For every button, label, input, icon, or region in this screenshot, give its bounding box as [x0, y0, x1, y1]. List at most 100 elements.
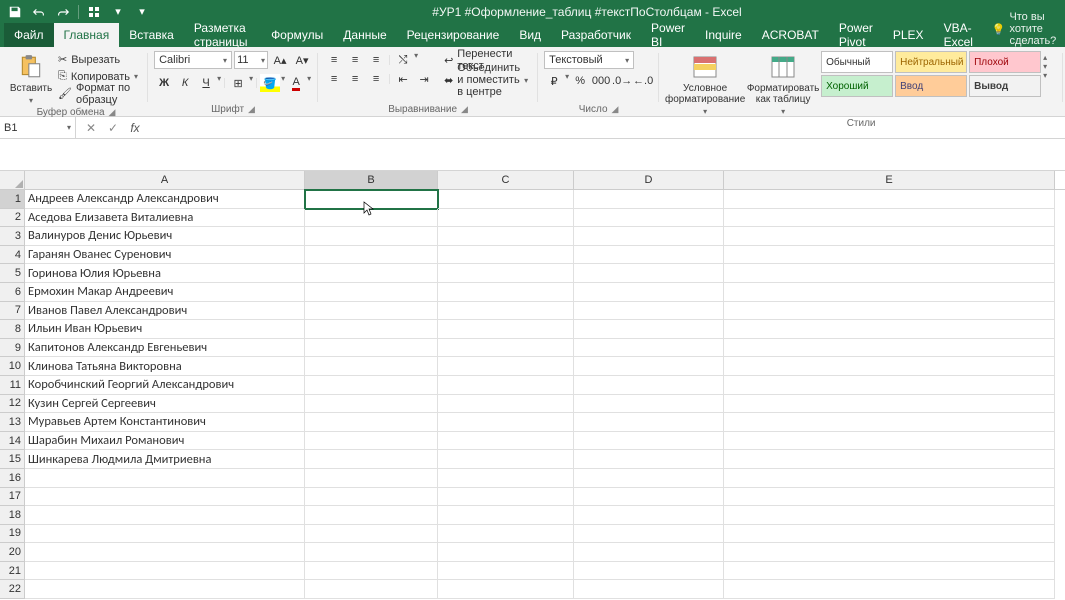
- cell[interactable]: [305, 190, 438, 209]
- cell[interactable]: Андреев Александр Александрович: [25, 190, 305, 209]
- row-header[interactable]: 11: [0, 376, 25, 395]
- cell[interactable]: [724, 432, 1055, 451]
- cell[interactable]: [574, 469, 724, 488]
- cell[interactable]: Кузин Сергей Сергеевич: [25, 395, 305, 414]
- style-normal[interactable]: Обычный: [821, 51, 893, 73]
- align-bottom-button[interactable]: ≡: [366, 51, 386, 69]
- cell[interactable]: [438, 395, 574, 414]
- cell[interactable]: [305, 376, 438, 395]
- cell[interactable]: [305, 432, 438, 451]
- cell[interactable]: [305, 209, 438, 228]
- number-launcher[interactable]: ◢: [612, 104, 619, 115]
- cell[interactable]: Капитонов Александр Евгеньевич: [25, 339, 305, 358]
- tab-review[interactable]: Рецензирование: [397, 23, 510, 47]
- format-painter-button[interactable]: 🖌Формат по образцу: [54, 85, 142, 102]
- fx-icon[interactable]: fx: [124, 119, 146, 137]
- row-header[interactable]: 5: [0, 264, 25, 283]
- cell[interactable]: [724, 339, 1055, 358]
- name-box[interactable]: B1▾: [0, 117, 76, 138]
- tab-data[interactable]: Данные: [333, 23, 396, 47]
- cell[interactable]: [724, 357, 1055, 376]
- redo-icon[interactable]: [52, 2, 74, 22]
- qat-customize-icon[interactable]: ▾: [131, 2, 153, 22]
- row-header[interactable]: 22: [0, 580, 25, 599]
- cell[interactable]: [574, 543, 724, 562]
- row-header[interactable]: 10: [0, 357, 25, 376]
- row-header[interactable]: 20: [0, 543, 25, 562]
- cell[interactable]: [305, 543, 438, 562]
- cell[interactable]: [25, 506, 305, 525]
- style-good[interactable]: Хороший: [821, 75, 893, 97]
- row-header[interactable]: 3: [0, 227, 25, 246]
- cell[interactable]: [574, 246, 724, 265]
- cell[interactable]: [574, 376, 724, 395]
- cell[interactable]: Ермохин Макар Андреевич: [25, 283, 305, 302]
- cell[interactable]: [25, 562, 305, 581]
- cell[interactable]: [25, 488, 305, 507]
- cell[interactable]: Клинова Татьяна Викторовна: [25, 357, 305, 376]
- font-size-combo[interactable]: 11▾: [234, 51, 268, 69]
- cut-button[interactable]: ✂Вырезать: [54, 51, 142, 68]
- style-output[interactable]: Вывод: [969, 75, 1041, 97]
- cell[interactable]: [724, 580, 1055, 599]
- tab-powerbi[interactable]: Power BI: [641, 23, 695, 47]
- row-header[interactable]: 13: [0, 413, 25, 432]
- cell[interactable]: [438, 525, 574, 544]
- cell[interactable]: [25, 543, 305, 562]
- cell[interactable]: Аседова Елизавета Виталиевна: [25, 209, 305, 228]
- row-header[interactable]: 7: [0, 302, 25, 321]
- cell[interactable]: [724, 469, 1055, 488]
- cell[interactable]: [574, 580, 724, 599]
- cell[interactable]: [574, 413, 724, 432]
- cell[interactable]: [724, 283, 1055, 302]
- cell[interactable]: [724, 320, 1055, 339]
- decrease-indent-button[interactable]: ⇤: [393, 70, 413, 88]
- row-header[interactable]: 6: [0, 283, 25, 302]
- italic-button[interactable]: К: [175, 74, 195, 92]
- cell[interactable]: [574, 320, 724, 339]
- cancel-icon[interactable]: ✕: [80, 119, 102, 137]
- cell[interactable]: [438, 376, 574, 395]
- column-header-B[interactable]: B: [305, 171, 438, 189]
- column-header-A[interactable]: A: [25, 171, 305, 189]
- format-as-table-button[interactable]: Форматировать как таблицу▾: [747, 51, 819, 118]
- cell[interactable]: [574, 506, 724, 525]
- cell[interactable]: [305, 264, 438, 283]
- style-bad[interactable]: Плохой: [969, 51, 1041, 73]
- cell[interactable]: [438, 506, 574, 525]
- cell[interactable]: [305, 488, 438, 507]
- tab-vba-excel[interactable]: VBA-Excel: [934, 23, 984, 47]
- cell[interactable]: [724, 264, 1055, 283]
- tab-file[interactable]: Файл: [4, 23, 54, 47]
- cell[interactable]: [305, 506, 438, 525]
- cell[interactable]: [438, 413, 574, 432]
- cell[interactable]: [305, 562, 438, 581]
- tab-powerpivot[interactable]: Power Pivot: [829, 23, 883, 47]
- number-format-combo[interactable]: Текстовый▾: [544, 51, 634, 69]
- cell[interactable]: Ильин Иван Юрьевич: [25, 320, 305, 339]
- cell[interactable]: Иванов Павел Александрович: [25, 302, 305, 321]
- row-header[interactable]: 2: [0, 209, 25, 228]
- row-header[interactable]: 9: [0, 339, 25, 358]
- cell[interactable]: [724, 190, 1055, 209]
- cell[interactable]: [438, 283, 574, 302]
- cell[interactable]: [574, 227, 724, 246]
- column-header-C[interactable]: C: [438, 171, 574, 189]
- tab-page-layout[interactable]: Разметка страницы: [184, 23, 261, 47]
- align-top-button[interactable]: ≡: [324, 51, 344, 69]
- row-header[interactable]: 16: [0, 469, 25, 488]
- cell[interactable]: [305, 413, 438, 432]
- cell[interactable]: [724, 246, 1055, 265]
- tab-home[interactable]: Главная: [54, 23, 120, 47]
- cell[interactable]: [574, 302, 724, 321]
- qat-icon-2[interactable]: ▾: [107, 2, 129, 22]
- cell[interactable]: [438, 469, 574, 488]
- font-launcher[interactable]: ◢: [248, 104, 255, 115]
- percent-button[interactable]: %: [570, 72, 590, 90]
- cell[interactable]: [305, 450, 438, 469]
- cell[interactable]: Горинова Юлия Юрьевна: [25, 264, 305, 283]
- cell[interactable]: [438, 432, 574, 451]
- cell[interactable]: [724, 525, 1055, 544]
- tab-acrobat[interactable]: ACROBAT: [752, 23, 829, 47]
- styles-more-button[interactable]: ▴▾▾: [1043, 51, 1057, 82]
